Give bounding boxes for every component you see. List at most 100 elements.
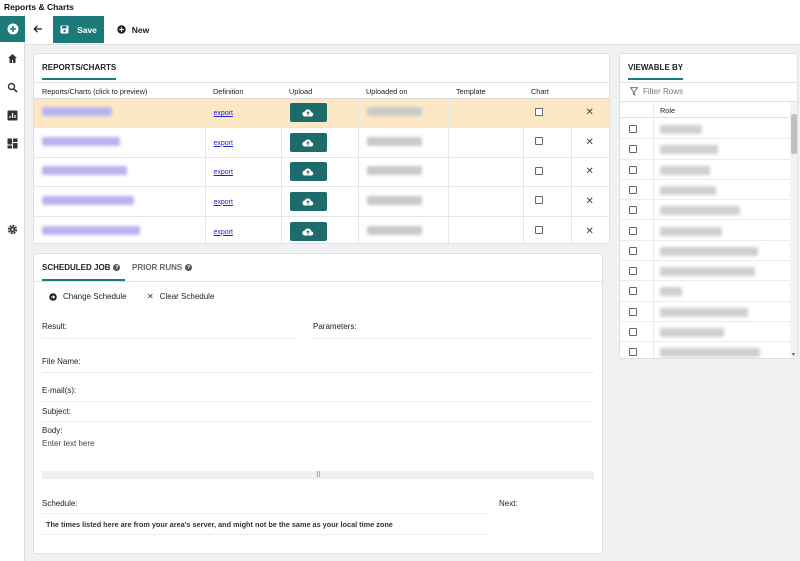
help-icon[interactable]: ? [113,264,121,271]
list-item[interactable] [620,281,797,302]
tab-scheduled-job[interactable]: SCHEDULED JOB ? [42,263,125,281]
report-name-redacted[interactable] [42,107,112,117]
role-checkbox[interactable] [629,307,637,316]
list-item[interactable] [620,139,797,160]
template-cell [448,157,524,187]
nav-home[interactable] [5,51,19,65]
role-checkbox[interactable] [629,287,637,296]
schedule-panel: SCHEDULED JOB ? PRIOR RUNS ? Change Sche… [33,253,603,554]
remove-icon[interactable]: ✕ [586,166,594,177]
role-checkbox[interactable] [629,185,637,194]
export-link[interactable]: export [214,229,233,236]
chart-checkbox[interactable] [534,166,543,175]
scrollbar-thumb[interactable] [791,114,797,154]
role-checkbox[interactable] [629,246,637,255]
chart-checkbox[interactable] [534,226,543,234]
cloud-upload-icon [302,198,314,206]
role-checkbox[interactable] [629,226,637,235]
role-checkbox[interactable] [629,328,637,336]
change-schedule-button[interactable]: Change Schedule [49,292,127,301]
table-row[interactable]: export ✕ [34,186,609,217]
role-checkbox[interactable] [629,165,637,174]
export-link[interactable]: export [214,140,233,147]
emails-field[interactable] [42,401,594,402]
tab-reports-charts[interactable]: REPORTS/CHARTS [42,63,117,80]
report-name-redacted[interactable] [42,225,140,235]
remove-icon[interactable]: ✕ [586,196,594,207]
report-name-redacted[interactable] [42,136,120,146]
parameters-label: Parameters: [313,322,357,331]
col-header-template[interactable]: Template [448,85,523,99]
upload-button[interactable] [289,162,327,182]
result-label: Result: [42,322,67,331]
upload-button[interactable] [289,103,327,123]
list-item[interactable] [620,342,797,358]
cloud-upload-icon [302,227,314,236]
col-header-definition[interactable]: Definition [205,85,281,99]
nav-search[interactable] [5,80,19,94]
subject-label: Subject: [42,407,71,416]
body-label: Body: [42,426,63,435]
chart-checkbox[interactable] [534,107,543,116]
table-row[interactable]: export ✕ [34,216,609,246]
col-header-report[interactable]: Reports/Charts (click to preview) [34,85,205,99]
new-button[interactable]: New [111,16,155,43]
export-link[interactable]: export [214,199,233,206]
uploaded-on-redacted [366,195,422,205]
role-checkbox[interactable] [629,267,637,276]
role-checkbox[interactable] [629,125,637,133]
report-name-redacted[interactable] [42,195,134,205]
subject-field[interactable] [42,421,594,422]
col-header-uploaded-on[interactable]: Uploaded on [358,85,448,99]
nav-dashboard[interactable] [5,136,19,150]
upload-button[interactable] [289,221,327,241]
next-label: Next: [499,499,518,508]
remove-icon[interactable]: ✕ [586,107,594,118]
add-button[interactable] [0,16,25,42]
upload-button[interactable] [289,132,327,152]
save-button[interactable]: Save [53,16,104,43]
scrollbar[interactable]: ▼ [790,102,797,358]
list-item[interactable] [620,119,797,140]
role-checkbox[interactable] [629,206,637,215]
role-checkbox[interactable] [629,145,637,154]
tab-viewable-by[interactable]: VIEWABLE BY [628,63,684,80]
help-icon[interactable]: ? [185,264,193,271]
nav-settings[interactable] [5,222,19,236]
dashboard-icon [7,138,17,148]
table-row[interactable]: export ✕ [34,98,609,128]
filter-rows-input[interactable]: Filter Rows [630,87,790,96]
tab-prior-runs[interactable]: PRIOR RUNS ? [132,263,193,272]
chart-checkbox[interactable] [534,137,543,146]
table-row[interactable]: export ✕ [34,157,609,187]
scroll-down-icon[interactable]: ▼ [791,352,796,358]
col-header-chart[interactable]: Chart [523,85,571,99]
cloud-upload-icon [302,139,314,147]
role-checkbox[interactable] [629,348,637,357]
nav-reports[interactable] [5,108,19,122]
remove-icon[interactable]: ✕ [586,137,594,148]
upload-button[interactable] [289,191,327,211]
export-link[interactable]: export [214,169,233,176]
body-textarea[interactable]: Enter text here [42,439,94,448]
list-item[interactable] [620,322,797,343]
list-item[interactable] [620,261,797,282]
col-header-role[interactable]: Role [660,106,675,115]
file-name-field[interactable] [42,372,594,373]
chart-checkbox[interactable] [534,196,543,205]
resize-handle[interactable]: ⠿ [42,471,594,479]
list-item[interactable] [620,220,797,241]
back-button[interactable] [31,22,45,36]
list-item[interactable] [620,159,797,180]
clear-schedule-button[interactable]: ✕ Clear Schedule [147,292,214,301]
table-row[interactable]: export ✕ [34,127,609,158]
list-item[interactable] [620,240,797,262]
list-item[interactable] [620,200,797,221]
export-link[interactable]: export [214,110,233,117]
clear-schedule-label: Clear Schedule [159,292,215,301]
list-item[interactable] [620,179,797,201]
report-name-redacted[interactable] [42,166,127,176]
col-header-upload[interactable]: Upload [281,85,358,99]
list-item[interactable] [620,301,797,322]
remove-icon[interactable]: ✕ [586,226,594,237]
